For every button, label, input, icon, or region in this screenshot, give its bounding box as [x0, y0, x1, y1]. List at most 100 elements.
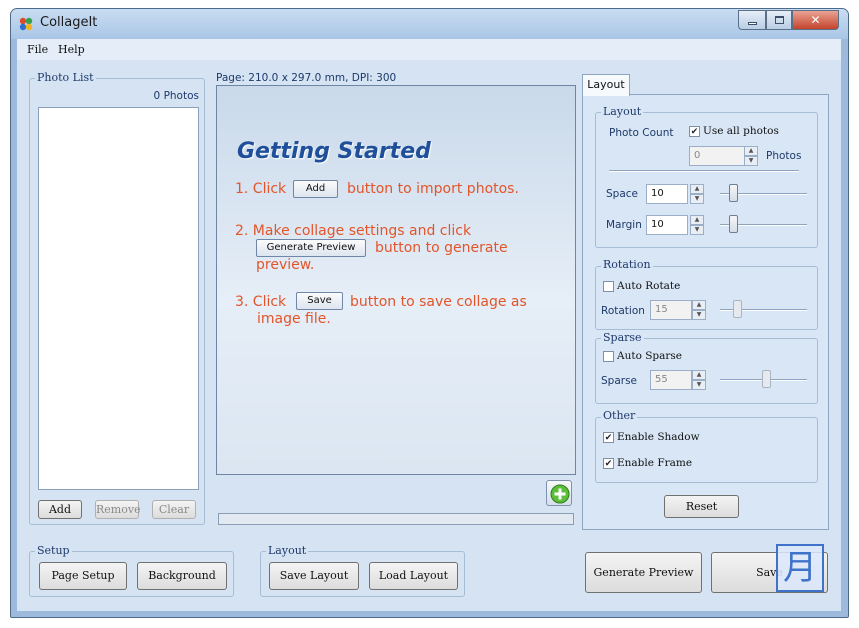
menu-file[interactable]: File: [27, 43, 48, 56]
step2-generate-button[interactable]: Generate Preview: [256, 239, 366, 257]
clear-photos-button[interactable]: Clear: [152, 500, 196, 519]
layout-group-label: Layout: [601, 105, 644, 118]
photos-suffix: Photos: [766, 150, 802, 162]
use-all-photos-checkbox[interactable]: ✔: [689, 126, 700, 137]
add-photo-circle-button[interactable]: [546, 480, 572, 506]
step1-prefix: 1. Click: [235, 181, 287, 197]
use-all-photos-label: Use all photos: [703, 125, 779, 137]
watermark-overlay: 月: [776, 544, 824, 592]
enable-shadow-checkbox[interactable]: ✔: [603, 432, 614, 443]
other-group: [595, 417, 818, 483]
enable-frame-label: Enable Frame: [617, 457, 693, 469]
reset-button[interactable]: Reset: [664, 495, 739, 518]
rotation-label: Rotation: [601, 305, 645, 317]
close-button[interactable]: ✕: [792, 10, 839, 30]
page-info: Page: 210.0 x 297.0 mm, DPI: 300: [216, 72, 397, 84]
spin-up-icon: ▲: [748, 147, 754, 154]
spin-down-icon: ▼: [696, 381, 702, 388]
margin-field[interactable]: 10: [646, 215, 688, 235]
auto-rotate-checkbox[interactable]: [603, 281, 614, 292]
step3-save-button[interactable]: Save: [296, 292, 343, 310]
space-label: Space: [606, 188, 638, 200]
checkmark-icon: ✔: [604, 459, 613, 469]
title-bar[interactable]: [11, 9, 848, 39]
progress-bar: [218, 513, 574, 525]
tab-layout[interactable]: Layout: [582, 74, 630, 96]
checkmark-icon: ✔: [604, 433, 613, 443]
other-group-label: Other: [601, 409, 638, 422]
photo-list-box[interactable]: [38, 107, 199, 490]
step2-line3: preview.: [256, 257, 315, 273]
sparse-group-label: Sparse: [601, 331, 644, 344]
margin-label: Margin: [606, 219, 642, 231]
margin-down[interactable]: ▼: [690, 225, 704, 235]
page-setup-button[interactable]: Page Setup: [39, 562, 127, 590]
step3-prefix: 3. Click: [235, 294, 287, 310]
save-layout-button[interactable]: Save Layout: [269, 562, 359, 590]
spin-down-icon: ▼: [696, 311, 702, 318]
space-up[interactable]: ▲: [690, 184, 704, 194]
remove-photo-button[interactable]: Remove: [95, 500, 141, 519]
step1-add-button[interactable]: Add: [293, 180, 338, 198]
sparse-slider-thumb[interactable]: [762, 370, 771, 388]
space-slider-thumb[interactable]: [729, 184, 738, 202]
margin-up[interactable]: ▲: [690, 215, 704, 225]
sparse-field[interactable]: 55: [650, 370, 692, 390]
app-logo-icon: [19, 17, 33, 31]
setup-group-label: Setup: [35, 544, 72, 557]
enable-frame-checkbox[interactable]: ✔: [603, 458, 614, 469]
step2-suffix: button to generate: [375, 240, 508, 256]
minimize-icon: [748, 22, 757, 25]
window-title: CollageIt: [40, 15, 98, 30]
photo-count-up[interactable]: ▲: [744, 146, 758, 156]
maximize-button[interactable]: [766, 10, 792, 30]
plus-circle-icon: [550, 484, 570, 504]
rotation-up[interactable]: ▲: [692, 300, 706, 310]
step3-line2: image file.: [257, 311, 331, 327]
enable-shadow-label: Enable Shadow: [617, 431, 700, 443]
load-layout-button[interactable]: Load Layout: [369, 562, 458, 590]
minimize-button[interactable]: [738, 10, 766, 30]
checkmark-icon: ✔: [690, 127, 699, 137]
auto-sparse-label: Auto Sparse: [617, 350, 683, 362]
spin-down-icon: ▼: [748, 157, 754, 164]
auto-rotate-label: Auto Rotate: [617, 280, 681, 292]
sparse-label: Sparse: [601, 375, 638, 387]
photo-count-divider: [609, 170, 799, 172]
sparse-up[interactable]: ▲: [692, 370, 706, 380]
spin-up-icon: ▲: [694, 185, 700, 192]
photo-count-field[interactable]: 0: [689, 146, 745, 166]
rotation-group-label: Rotation: [601, 258, 653, 271]
background-button[interactable]: Background: [137, 562, 227, 590]
rotation-down[interactable]: ▼: [692, 310, 706, 320]
rotation-slider-thumb[interactable]: [733, 300, 742, 318]
layout-io-group-label: Layout: [266, 544, 309, 557]
rotation-field[interactable]: 15: [650, 300, 692, 320]
photo-list-label: Photo List: [35, 71, 96, 84]
margin-slider-thumb[interactable]: [729, 215, 738, 233]
spin-up-icon: ▲: [696, 371, 702, 378]
sparse-down[interactable]: ▼: [692, 380, 706, 390]
getting-started-title: Getting Started: [237, 139, 431, 164]
photo-count-label: Photo Count: [609, 127, 674, 139]
maximize-icon: [775, 16, 784, 24]
close-icon: ✕: [810, 13, 821, 27]
menu-bar: [17, 39, 841, 60]
spin-up-icon: ▲: [696, 301, 702, 308]
photo-count-down[interactable]: ▼: [744, 156, 758, 166]
generate-preview-button[interactable]: Generate Preview: [585, 552, 702, 593]
rotation-group: [595, 266, 818, 330]
spin-up-icon: ▲: [694, 216, 700, 223]
spin-down-icon: ▼: [694, 195, 700, 202]
space-field[interactable]: 10: [646, 184, 688, 204]
step3-suffix: button to save collage as: [350, 294, 527, 310]
step2-line1: 2. Make collage settings and click: [235, 223, 472, 239]
step1-suffix: button to import photos.: [347, 181, 519, 197]
spin-down-icon: ▼: [694, 226, 700, 233]
space-down[interactable]: ▼: [690, 194, 704, 204]
add-photo-button[interactable]: Add: [38, 500, 82, 519]
photo-count-text: 0 Photos: [153, 90, 199, 102]
auto-sparse-checkbox[interactable]: [603, 351, 614, 362]
menu-help[interactable]: Help: [58, 43, 85, 56]
sparse-group: [595, 338, 818, 404]
